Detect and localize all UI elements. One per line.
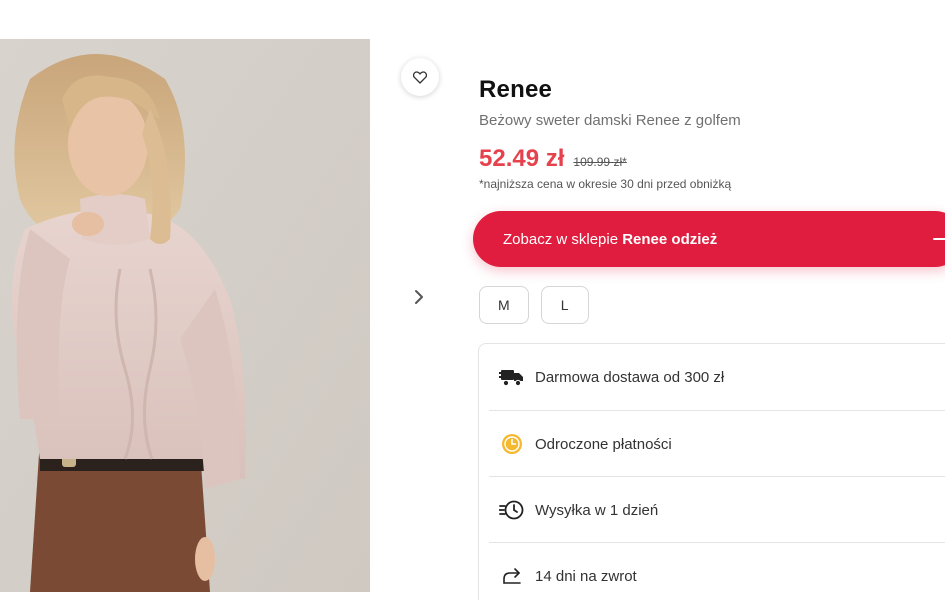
benefit-deferred-payment: Odroczone płatności (489, 411, 945, 477)
benefit-returns: 14 dni na zwrot (489, 543, 945, 600)
benefit-free-delivery: Darmowa dostawa od 300 zł (489, 344, 945, 410)
return-arrow-icon (499, 563, 525, 589)
size-option[interactable]: L (540, 286, 589, 324)
product-brand: Renee (479, 76, 553, 103)
product-image[interactable] (0, 39, 370, 592)
benefit-label: Wysyłka w 1 dzień (535, 501, 659, 519)
size-selector: M L (479, 286, 601, 324)
arrow-right-icon (933, 238, 945, 240)
size-option[interactable]: M (479, 286, 529, 324)
price-row: 52.49 zł 109.99 zł* (479, 145, 627, 173)
heart-icon (413, 70, 427, 84)
benefit-label: Darmowa dostawa od 300 zł (535, 368, 725, 386)
next-image-button[interactable] (406, 282, 432, 312)
old-price: 109.99 zł* (573, 155, 627, 169)
cta-label: Zobacz w sklepie Renee odzież (503, 231, 717, 248)
fast-shipping-icon (499, 497, 525, 523)
benefit-label: 14 dni na zwrot (535, 567, 637, 585)
add-to-favorites-button[interactable] (401, 58, 439, 96)
cta-shop-name: Renee odzież (622, 230, 718, 248)
clock-icon (499, 431, 525, 457)
delivery-truck-icon (499, 364, 525, 390)
benefit-label: Odroczone płatności (535, 435, 672, 453)
benefit-fast-shipping: Wysyłka w 1 dzień (489, 477, 945, 543)
cta-prefix: Zobacz w sklepie (503, 230, 623, 248)
current-price: 52.49 zł (479, 145, 565, 172)
product-photo-illustration (0, 39, 370, 592)
price-note: *najniższa cena w okresie 30 dni przed o… (479, 177, 732, 191)
product-subtitle: Beżowy sweter damski Renee z golfem (479, 112, 741, 129)
chevron-right-icon (415, 290, 423, 304)
see-in-shop-button[interactable]: Zobacz w sklepie Renee odzież (473, 211, 945, 267)
benefits-panel: Darmowa dostawa od 300 zł Odroczone płat… (478, 343, 945, 600)
